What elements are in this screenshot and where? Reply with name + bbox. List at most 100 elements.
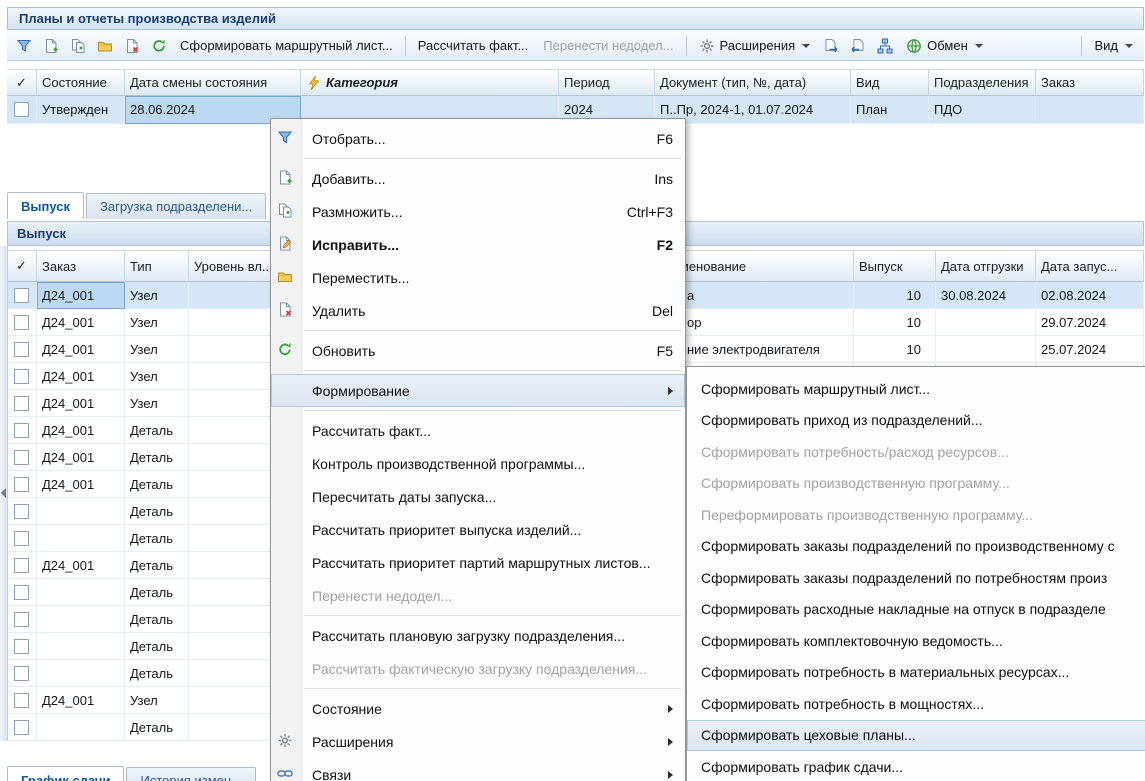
toolbar-delete-button[interactable]	[119, 34, 145, 58]
menu-state[interactable]: Состояние	[271, 692, 685, 725]
row-checkbox-cell[interactable]	[7, 525, 37, 552]
submenu-reform-program[interactable]: Переформировать производственную програм…	[687, 499, 1145, 531]
row-checkbox-cell[interactable]	[7, 390, 37, 417]
menu-refresh[interactable]: ОбновитьF5	[271, 334, 685, 367]
menu-select[interactable]: Отобрать...F6	[271, 122, 685, 155]
column-header-1[interactable]: Состояние	[37, 70, 125, 95]
checkbox[interactable]	[14, 342, 29, 357]
row-checkbox-cell[interactable]	[7, 579, 37, 606]
checkbox[interactable]	[14, 666, 29, 681]
toolbar-export-button[interactable]	[818, 34, 844, 58]
column-header-5[interactable]: Документ (тип, №, дата)	[655, 70, 851, 95]
row-checkbox-cell[interactable]	[7, 96, 37, 124]
checkbox[interactable]	[14, 720, 29, 735]
row-checkbox-cell[interactable]	[7, 444, 37, 471]
tab-pane-0[interactable]: Выпуск	[7, 192, 84, 219]
menu-calc-batch-priority[interactable]: Рассчитать приоритет партий маршрутных л…	[271, 546, 685, 579]
row-checkbox-cell[interactable]	[7, 363, 37, 390]
row-checkbox-cell[interactable]	[7, 336, 37, 363]
submenu-material-needs[interactable]: Сформировать потребность в материальных …	[687, 657, 1145, 689]
tab-pane-1[interactable]: Загрузка подразделени...	[86, 193, 266, 219]
submenu-production-program[interactable]: Сформировать производственную программу.…	[687, 468, 1145, 500]
menu-add[interactable]: Добавить...Ins	[271, 162, 685, 195]
submenu-delivery-schedule[interactable]: Сформировать график сдачи...	[687, 751, 1145, 781]
column-header-7[interactable]: Подразделения	[929, 70, 1036, 95]
submenu-capacity-needs[interactable]: Сформировать потребность в мощностях...	[687, 688, 1145, 720]
submenu-route-sheet[interactable]: Сформировать маршрутный лист...	[687, 373, 1145, 405]
menu-calc-output-priority[interactable]: Рассчитать приоритет выпуска изделий...	[271, 513, 685, 546]
checkbox[interactable]	[14, 693, 29, 708]
column-header-2[interactable]: Дата смены состояния	[125, 70, 301, 95]
column-header-8[interactable]: Заказ	[1036, 70, 1144, 95]
column-header-2[interactable]: Тип	[125, 251, 189, 281]
row-checkbox-cell[interactable]	[7, 687, 37, 714]
column-header-1[interactable]: Заказ	[37, 251, 125, 281]
checkbox[interactable]	[14, 396, 29, 411]
checkbox[interactable]	[14, 423, 29, 438]
menu-carry-over[interactable]: Перенести недодел...	[271, 579, 685, 612]
checkbox[interactable]	[14, 102, 29, 117]
checkbox[interactable]	[14, 585, 29, 600]
tab-bottom-1[interactable]: История измен...	[126, 767, 255, 781]
row-checkbox-cell[interactable]	[7, 606, 37, 633]
column-header-9[interactable]: Дата запус...	[1036, 251, 1144, 281]
pane-splitter[interactable]	[0, 246, 8, 741]
menu-program-control[interactable]: Контроль производственной программы...	[271, 447, 685, 480]
checkbox[interactable]	[14, 639, 29, 654]
checkbox[interactable]	[14, 450, 29, 465]
row-checkbox-cell[interactable]	[7, 282, 37, 309]
column-header-8[interactable]: Дата отгрузки	[936, 251, 1036, 281]
row-checkbox-cell[interactable]	[7, 633, 37, 660]
checkbox[interactable]	[14, 315, 29, 330]
submenu-shop-plans[interactable]: Сформировать цеховые планы...	[687, 720, 1145, 752]
column-header-3[interactable]: Категория	[301, 70, 559, 95]
checkbox[interactable]	[14, 288, 29, 303]
menu-edit[interactable]: Исправить...F2	[271, 228, 685, 261]
column-header-7[interactable]: Выпуск	[854, 251, 936, 281]
toolbar-add-button[interactable]	[38, 34, 64, 58]
toolbar-generate-route-sheet-button[interactable]: Сформировать маршрутный лист...	[173, 34, 400, 58]
checkbox[interactable]	[14, 369, 29, 384]
checkbox[interactable]	[14, 504, 29, 519]
toolbar-filter-button[interactable]	[11, 34, 37, 58]
toolbar-move-button[interactable]	[92, 34, 118, 58]
row-checkbox-cell[interactable]	[7, 417, 37, 444]
menu-move[interactable]: Переместить...	[271, 261, 685, 294]
row-checkbox-cell[interactable]	[7, 309, 37, 336]
submenu-orders-by-production[interactable]: Сформировать заказы подразделений по про…	[687, 531, 1145, 563]
toolbar-calculate-fact-button[interactable]: Рассчитать факт...	[411, 34, 536, 58]
toolbar-import-button[interactable]	[845, 34, 871, 58]
menu-links[interactable]: Связи	[271, 758, 685, 781]
submenu-resource-need[interactable]: Сформировать потребность/расход ресурсов…	[687, 436, 1145, 468]
menu-calc-planned-load[interactable]: Рассчитать плановую загрузку подразделен…	[271, 619, 685, 652]
row-checkbox-cell[interactable]	[7, 471, 37, 498]
checkbox[interactable]	[14, 531, 29, 546]
column-header-6[interactable]: Вид	[851, 70, 929, 95]
submenu-receipt-from-divisions[interactable]: Сформировать приход из подразделений...	[687, 405, 1145, 437]
toolbar-view-button[interactable]: Вид	[1087, 34, 1140, 58]
checkbox[interactable]	[14, 477, 29, 492]
menu-duplicate[interactable]: Размножить...Ctrl+F3	[271, 195, 685, 228]
toolbar-refresh-button[interactable]	[146, 34, 172, 58]
checkbox[interactable]	[14, 612, 29, 627]
row-checkbox-cell[interactable]	[7, 660, 37, 687]
toolbar-structure-button[interactable]	[872, 34, 898, 58]
toolbar-extensions-button[interactable]: Расширения	[692, 34, 818, 58]
toolbar-duplicate-button[interactable]	[65, 34, 91, 58]
menu-recalc-launch-dates[interactable]: Пересчитать даты запуска...	[271, 480, 685, 513]
menu-generation[interactable]: Формирование	[271, 374, 685, 407]
submenu-orders-by-needs[interactable]: Сформировать заказы подразделений по пот…	[687, 562, 1145, 594]
menu-calc-actual-load[interactable]: Рассчитать фактическую загрузку подразде…	[271, 652, 685, 685]
submenu-expense-invoices[interactable]: Сформировать расходные накладные на отпу…	[687, 594, 1145, 626]
menu-calc-fact[interactable]: Рассчитать факт...	[271, 414, 685, 447]
row-checkbox-cell[interactable]	[7, 552, 37, 579]
column-header-4[interactable]: Период	[559, 70, 655, 95]
row-checkbox-cell[interactable]	[7, 498, 37, 525]
row-checkbox-cell[interactable]	[7, 714, 37, 741]
checkbox[interactable]	[14, 558, 29, 573]
tab-bottom-0[interactable]: График сдачи	[7, 766, 124, 781]
toolbar-carry-over-button[interactable]: Перенести недодел...	[536, 34, 680, 58]
menu-extensions[interactable]: Расширения	[271, 725, 685, 758]
menu-delete[interactable]: УдалитьDel	[271, 294, 685, 327]
toolbar-exchange-button[interactable]: Обмен	[899, 34, 990, 58]
